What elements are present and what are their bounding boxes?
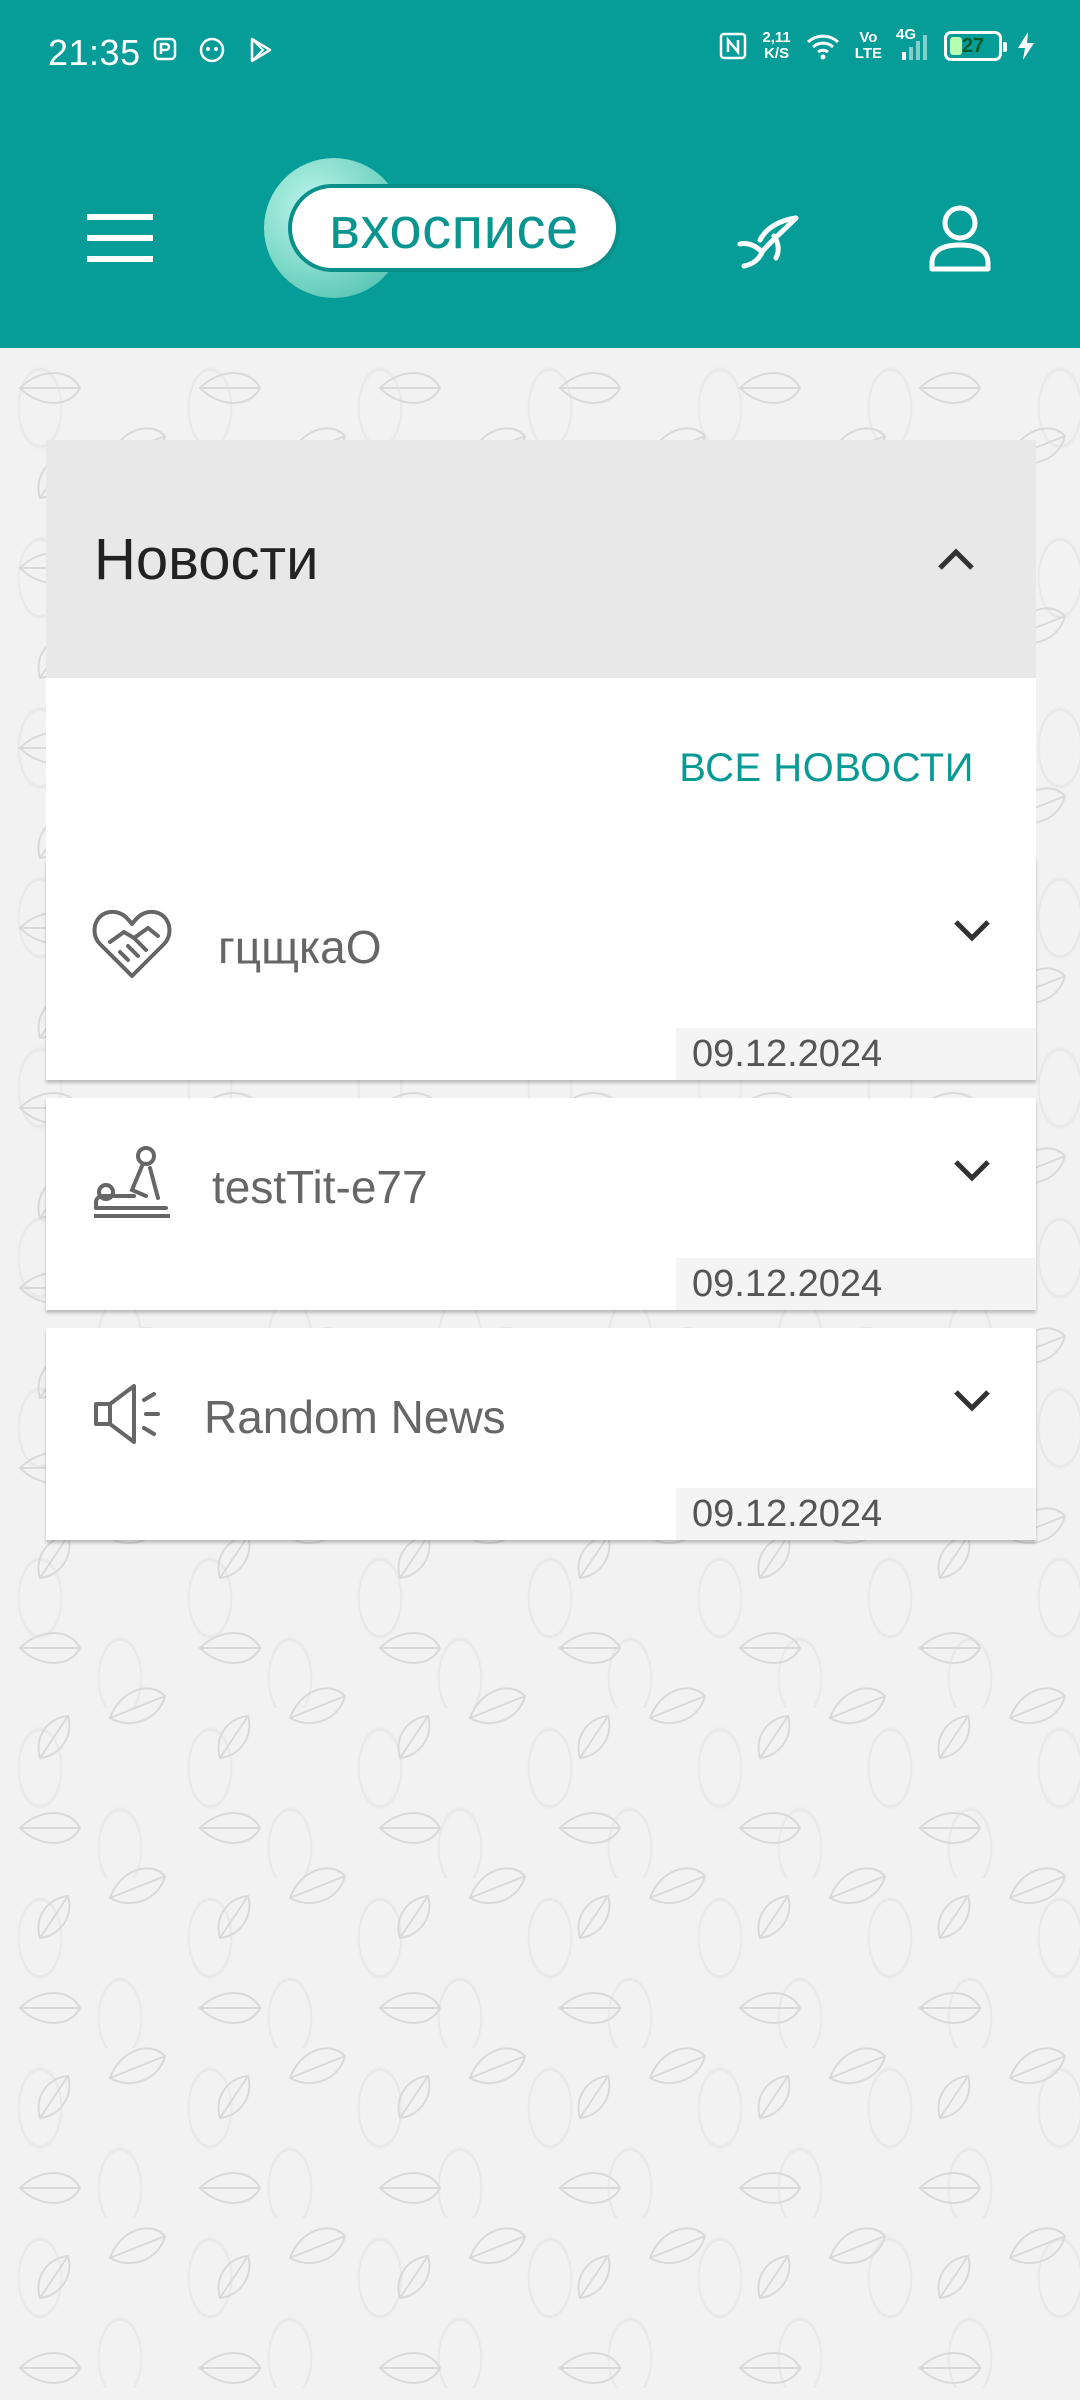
all-news-row: ВСЕ НОВОСТИ: [46, 678, 1036, 858]
logo-text: вхосписе: [288, 184, 620, 272]
news-item[interactable]: Random News 09.12.2024: [46, 1328, 1036, 1540]
hamburger-menu-icon: [87, 214, 153, 262]
news-item-date: 09.12.2024: [676, 1488, 1036, 1540]
volte-top: Vo: [859, 29, 878, 46]
network-speed-value: 2,11: [762, 29, 791, 46]
profile-button[interactable]: [910, 188, 1010, 288]
user-icon: [929, 205, 991, 272]
app-logo[interactable]: вхосписе: [264, 158, 624, 298]
news-item[interactable]: гцщкаО 09.12.2024: [46, 858, 1036, 1080]
chevron-up-icon: [938, 548, 974, 570]
expand-button[interactable]: [952, 1388, 992, 1419]
news-item-date: 09.12.2024: [676, 1258, 1036, 1310]
battery-level: 27: [961, 34, 985, 57]
news-item[interactable]: testTit-e77 09.12.2024: [46, 1098, 1036, 1310]
payment-app-icon: [153, 37, 177, 61]
all-news-link[interactable]: ВСЕ НОВОСТИ: [679, 746, 974, 791]
menu-button[interactable]: [70, 188, 170, 288]
volte-bottom: LTE: [854, 45, 882, 62]
news-item-title: testTit-e77: [212, 1161, 428, 1213]
charging-bolt-icon: [1018, 32, 1034, 60]
news-section-title: Новости: [94, 526, 319, 592]
signal-bars-icon: [902, 35, 927, 60]
news-item-title: Random News: [204, 1391, 506, 1443]
massage-icon: [94, 1146, 170, 1218]
wifi-icon: [806, 34, 839, 60]
leaf-button[interactable]: [718, 188, 818, 288]
cell-signal: 4G: [896, 26, 930, 62]
chevron-down-icon: [954, 920, 990, 942]
content-area: Новости ВСЕ НОВОСТИ гцщкаО 09.12.2024 te…: [0, 348, 1080, 2400]
leaf-hand-icon: [737, 215, 799, 269]
status-system-icons: 2,11 K/S Vo LTE 4G 27: [718, 26, 1036, 62]
network-speed: 2,11 K/S: [762, 30, 790, 62]
face-app-icon: [199, 37, 225, 63]
chevron-down-icon: [954, 1160, 990, 1182]
news-item-date: 09.12.2024: [676, 1028, 1036, 1080]
expand-button[interactable]: [952, 918, 992, 949]
collapse-button[interactable]: [926, 529, 986, 589]
play-store-icon: [250, 37, 272, 63]
battery-indicator: 27: [944, 31, 1007, 61]
expand-button[interactable]: [952, 1158, 992, 1189]
nfc-icon: [720, 32, 747, 60]
app-bar: вхосписе: [0, 108, 1080, 348]
news-section-header[interactable]: Новости: [46, 440, 1036, 678]
status-notification-icons: [152, 36, 274, 64]
news-panel: Новости ВСЕ НОВОСТИ гцщкаО 09.12.2024 te…: [46, 440, 1036, 1558]
chevron-down-icon: [954, 1390, 990, 1412]
handshake-heart-icon: [92, 909, 172, 978]
battery-fill: [950, 37, 963, 55]
megaphone-icon: [94, 1384, 160, 1444]
volte-indicator: Vo LTE: [855, 30, 882, 62]
status-bar: 21:35 2,11 K/S Vo LTE 4G 27: [0, 0, 1080, 108]
news-item-title: гцщкаО: [218, 921, 382, 973]
status-time: 21:35: [48, 32, 141, 73]
network-speed-unit: K/S: [764, 45, 790, 62]
